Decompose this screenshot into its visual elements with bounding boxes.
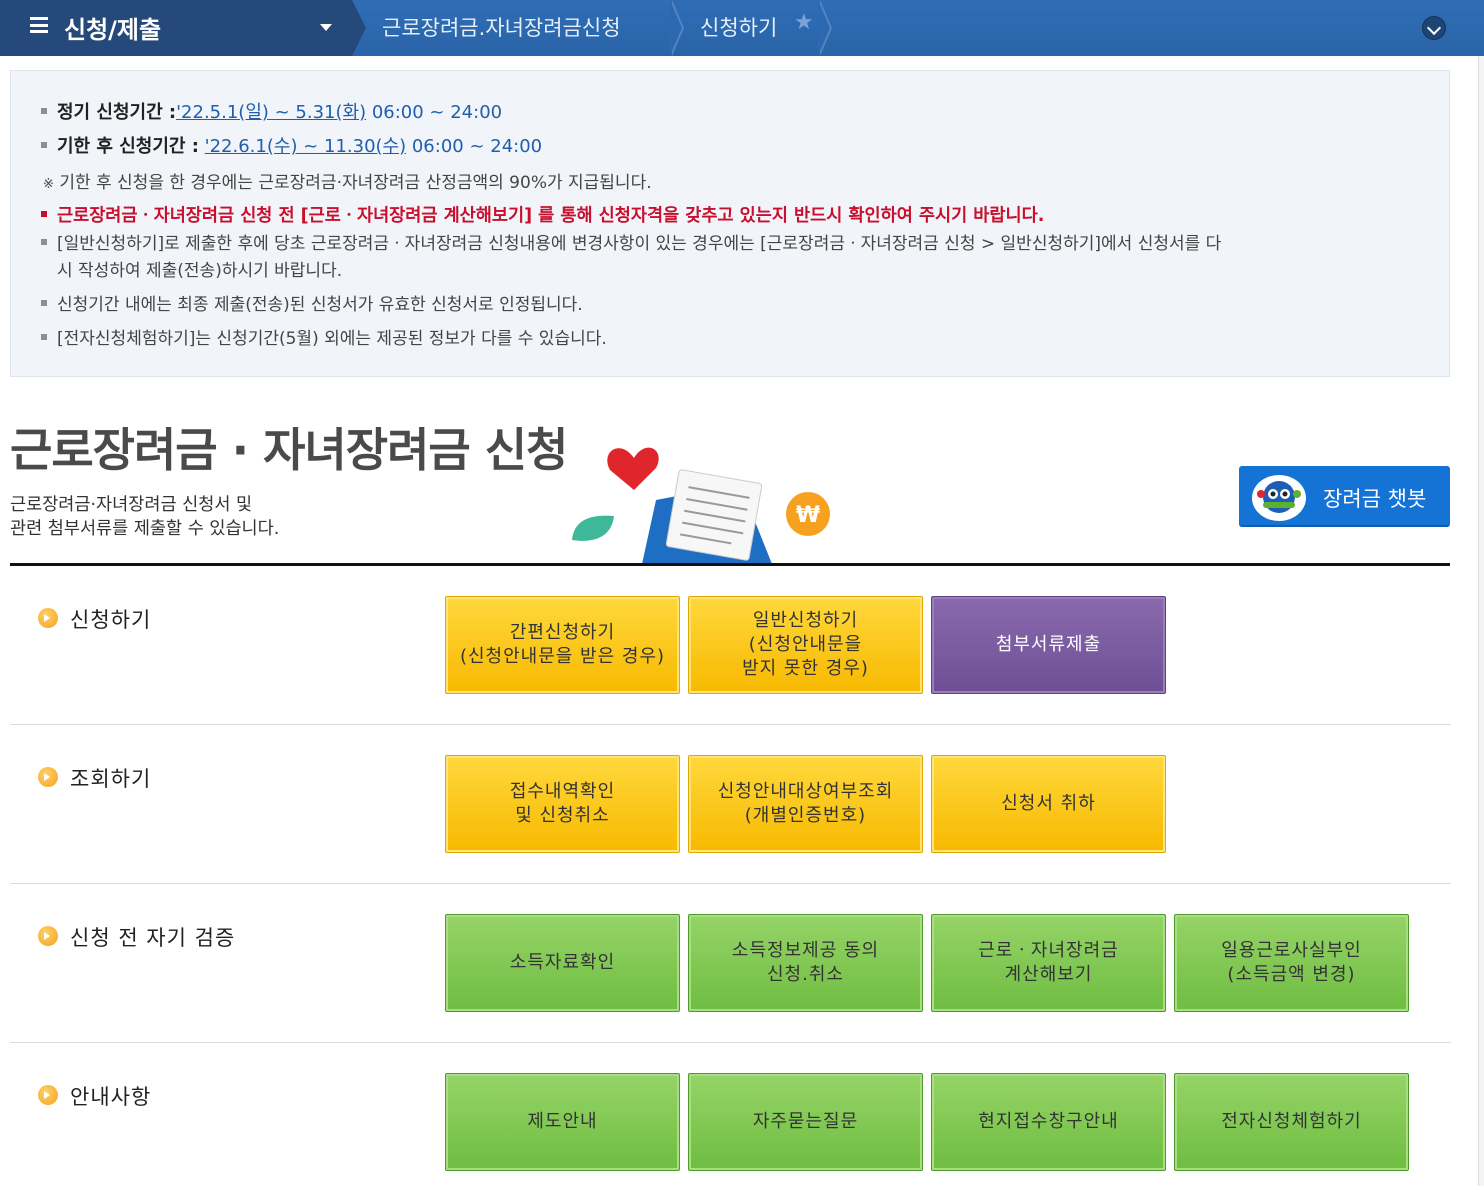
leaf-icon (572, 515, 614, 541)
regular-period-dates-link[interactable]: '22.5.1(일) ~ 5.31(화) (176, 102, 366, 123)
breadcrumb-current[interactable]: 신청하기 (700, 12, 777, 42)
late-payment-note: ※ 기한 후 신청을 한 경우에는 근로장려금·자녀장려금 산정금액의 90%가… (43, 168, 652, 193)
svg-text:₩: ₩ (796, 503, 820, 528)
income-info-consent-button[interactable]: 소득정보제공 동의 신청.취소 (688, 914, 923, 1012)
late-payment-text: 기한 후 신청을 한 경우에는 근로장려금·자녀장려금 산정금액의 90%가 지… (59, 173, 652, 193)
page-description: 근로장려금·자녀장려금 신청서 및 관련 첨부서류를 제출할 수 있습니다. (10, 493, 279, 541)
eligibility-lookup-button[interactable]: 신청안내대상여부조회 (개별인증번호) (688, 755, 923, 853)
chevron-down-icon[interactable] (1422, 16, 1446, 40)
section-self-verify-label: 신청 전 자기 검증 (38, 922, 235, 952)
section-guide-label: 안내사항 (38, 1081, 151, 1111)
scrollbar[interactable] (1478, 56, 1484, 1186)
withdraw-application-button[interactable]: 신청서 취하 (931, 755, 1166, 853)
experience-text: [전자신청체험하기]는 신청기간(5월) 외에는 제공된 정보가 다를 수 있습… (57, 329, 607, 349)
general-apply-line: [일반신청하기]로 제출한 후에 당초 근로장려금ㆍ자녀장려금 신청내용에 변경… (41, 229, 1221, 254)
menu-section-arrow (352, 0, 366, 56)
envelope-illustration: ₩ (572, 447, 830, 564)
receipt-check-button[interactable]: 접수내역확인 및 신청취소 (445, 755, 680, 853)
chatbot-button[interactable]: 장려금 챗봇 (1239, 466, 1450, 527)
arrow-bullet-icon (38, 767, 58, 787)
late-period-line: 기한 후 신청기간 : '22.6.1(수) ~ 11.30(수) 06:00 … (41, 132, 542, 158)
regular-period-label: 정기 신청기간 : (57, 102, 177, 123)
arrow-bullet-icon (38, 926, 58, 946)
local-counter-guide-button[interactable]: 현지접수창구안내 (931, 1073, 1166, 1171)
page-description-line-1: 근로장려금·자녀장려금 신청서 및 (10, 495, 253, 515)
general-apply-button[interactable]: 일반신청하기 (신청안내문을 받지 못한 경우) (688, 596, 923, 694)
breadcrumb-category[interactable]: 근로장려금.자녀장려금신청 (382, 12, 621, 42)
star-icon[interactable]: ★ (794, 10, 814, 35)
menu-title[interactable]: 신청/제출 (64, 10, 161, 45)
section-divider (10, 1042, 1451, 1043)
incentive-calculator-button[interactable]: 근로ㆍ자녀장려금 계산해보기 (931, 914, 1166, 1012)
final-submission-text: 신청기간 내에는 최종 제출(전송)된 신청서가 유효한 신청서로 인정됩니다. (57, 295, 583, 315)
warning-line: 근로장려금ㆍ자녀장려금 신청 전 [근로ㆍ자녀장려금 계산해보기] 를 통해 신… (41, 202, 1044, 227)
income-data-check-button[interactable]: 소득자료확인 (445, 914, 680, 1012)
arrow-bullet-icon (38, 1085, 58, 1105)
menu-dropdown-icon[interactable] (320, 24, 332, 31)
page-description-line-2: 관련 첨부서류를 제출할 수 있습니다. (10, 519, 280, 539)
chatbot-label: 장려금 챗봇 (1323, 487, 1427, 511)
heart-icon (607, 447, 659, 490)
arrow-bullet-icon (38, 608, 58, 628)
general-apply-text-1: [일반신청하기]로 제출한 후에 당초 근로장려금ㆍ자녀장려금 신청내용에 변경… (57, 234, 1222, 254)
simple-apply-button[interactable]: 간편신청하기 (신청안내문을 받은 경우) (445, 596, 680, 694)
section-divider (10, 883, 1451, 884)
section-apply-label: 신청하기 (38, 604, 151, 634)
warning-text: 근로장려금ㆍ자녀장려금 신청 전 [근로ㆍ자녀장려금 계산해보기] 를 통해 신… (57, 206, 1045, 226)
attach-documents-button[interactable]: 첨부서류제출 (931, 596, 1166, 694)
general-apply-text-2: 시 작성하여 제출(전송)하시기 바랍니다. (57, 261, 343, 281)
section-inquiry-label: 조회하기 (38, 763, 151, 793)
late-period-time: 06:00 ~ 24:00 (406, 136, 543, 157)
final-submission-line: 신청기간 내에는 최종 제출(전송)된 신청서가 유효한 신청서로 인정됩니다. (41, 290, 583, 315)
general-apply-line-2: 시 작성하여 제출(전송)하시기 바랍니다. (57, 256, 342, 281)
menu-section[interactable] (0, 0, 352, 56)
faq-button[interactable]: 자주묻는질문 (688, 1073, 923, 1171)
regular-period-time: 06:00 ~ 24:00 (366, 102, 503, 123)
e-application-experience-button[interactable]: 전자신청체험하기 (1174, 1073, 1409, 1171)
top-nav-bar: 신청/제출 근로장려금.자녀장려금신청 신청하기 ★ (0, 0, 1484, 56)
note-mark: ※ (43, 177, 54, 192)
notice-box: 정기 신청기간 :'22.5.1(일) ~ 5.31(화) 06:00 ~ 24… (10, 70, 1450, 377)
late-period-label: 기한 후 신청기간 : (57, 136, 199, 157)
chatbot-icon (1252, 475, 1306, 521)
system-guide-button[interactable]: 제도안내 (445, 1073, 680, 1171)
late-period-dates-link[interactable]: '22.6.1(수) ~ 11.30(수) (205, 136, 406, 157)
hamburger-icon[interactable] (30, 17, 48, 33)
regular-period-line: 정기 신청기간 :'22.5.1(일) ~ 5.31(화) 06:00 ~ 24… (41, 98, 502, 124)
page-title: 근로장려금 · 자녀장려금 신청 (10, 423, 568, 477)
experience-line: [전자신청체험하기]는 신청기간(5월) 외에는 제공된 정보가 다를 수 있습… (41, 324, 607, 349)
section-divider-top (10, 563, 1450, 566)
section-divider (10, 724, 1451, 725)
daily-work-denial-button[interactable]: 일용근로사실부인 (소득금액 변경) (1174, 914, 1409, 1012)
